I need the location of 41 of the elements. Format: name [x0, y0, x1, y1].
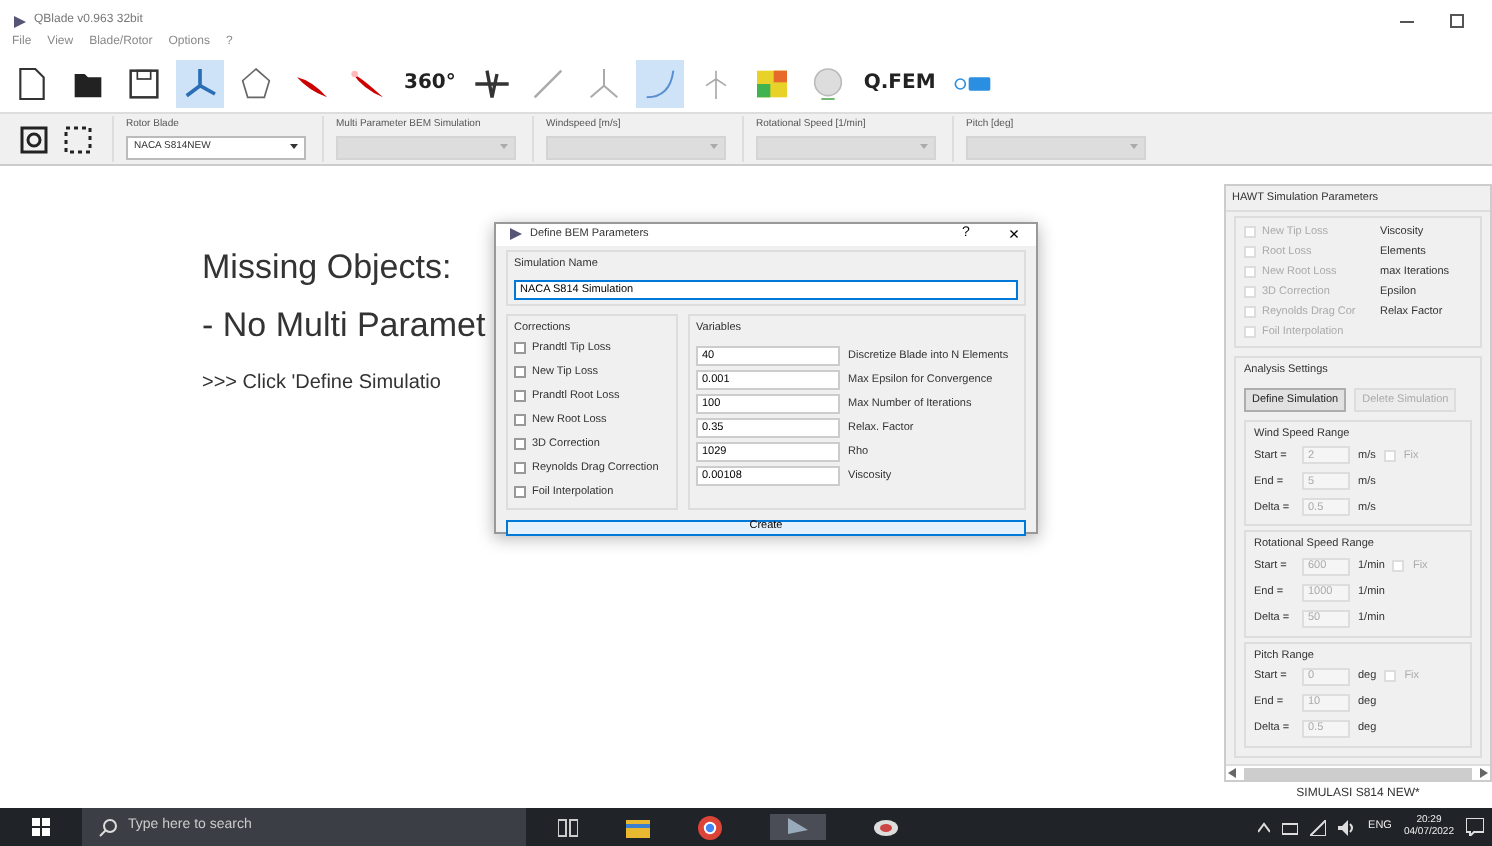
battery-icon[interactable] — [1282, 819, 1299, 835]
message-text: - No Multi Paramet — [202, 303, 486, 348]
scrollbar[interactable] — [1226, 764, 1490, 780]
chevron-icon[interactable] — [1258, 821, 1271, 833]
checkbox[interactable] — [514, 486, 526, 498]
caret-icon — [290, 144, 298, 150]
app-icon — [508, 226, 524, 243]
message-title: Missing Objects: — [202, 246, 452, 290]
caret-icon — [500, 144, 508, 150]
hint-text: >>> Click 'Define Simulatio — [202, 369, 441, 398]
app-icon — [12, 13, 28, 29]
maximize-icon[interactable] — [1450, 13, 1464, 27]
notification-icon[interactable] — [1466, 818, 1484, 836]
checkbox[interactable] — [514, 366, 526, 378]
checkbox[interactable] — [514, 390, 526, 402]
checkbox[interactable] — [514, 414, 526, 426]
network-icon[interactable] — [1310, 819, 1327, 835]
volume-icon[interactable] — [1338, 819, 1357, 835]
camera-reset-icon[interactable] — [20, 125, 48, 153]
disk-icon[interactable] — [874, 815, 898, 839]
app-icon[interactable] — [786, 814, 810, 839]
folder-icon[interactable] — [626, 816, 650, 838]
save-icon — [124, 63, 164, 103]
checkbox[interactable] — [514, 438, 526, 450]
scroll-thumb[interactable] — [1244, 767, 1472, 779]
caret-icon — [920, 144, 928, 150]
task-view-icon[interactable] — [558, 817, 578, 837]
caret-icon — [710, 144, 718, 150]
toolbar-button[interactable]: 360° — [400, 59, 460, 107]
close-button[interactable]: × — [1004, 225, 1024, 244]
browser-icon[interactable] — [698, 815, 722, 839]
toolbar-button[interactable]: Q.FEM — [859, 59, 940, 107]
windows-icon[interactable] — [32, 818, 50, 836]
rotor-icon — [180, 63, 220, 103]
scroll-right-icon[interactable] — [1480, 768, 1488, 778]
selection-icon[interactable] — [64, 125, 92, 153]
search-icon — [98, 817, 118, 837]
checkbox[interactable] — [514, 462, 526, 474]
caret-icon — [1130, 144, 1138, 150]
scroll-left-icon[interactable] — [1228, 768, 1236, 778]
checkbox[interactable] — [514, 342, 526, 354]
